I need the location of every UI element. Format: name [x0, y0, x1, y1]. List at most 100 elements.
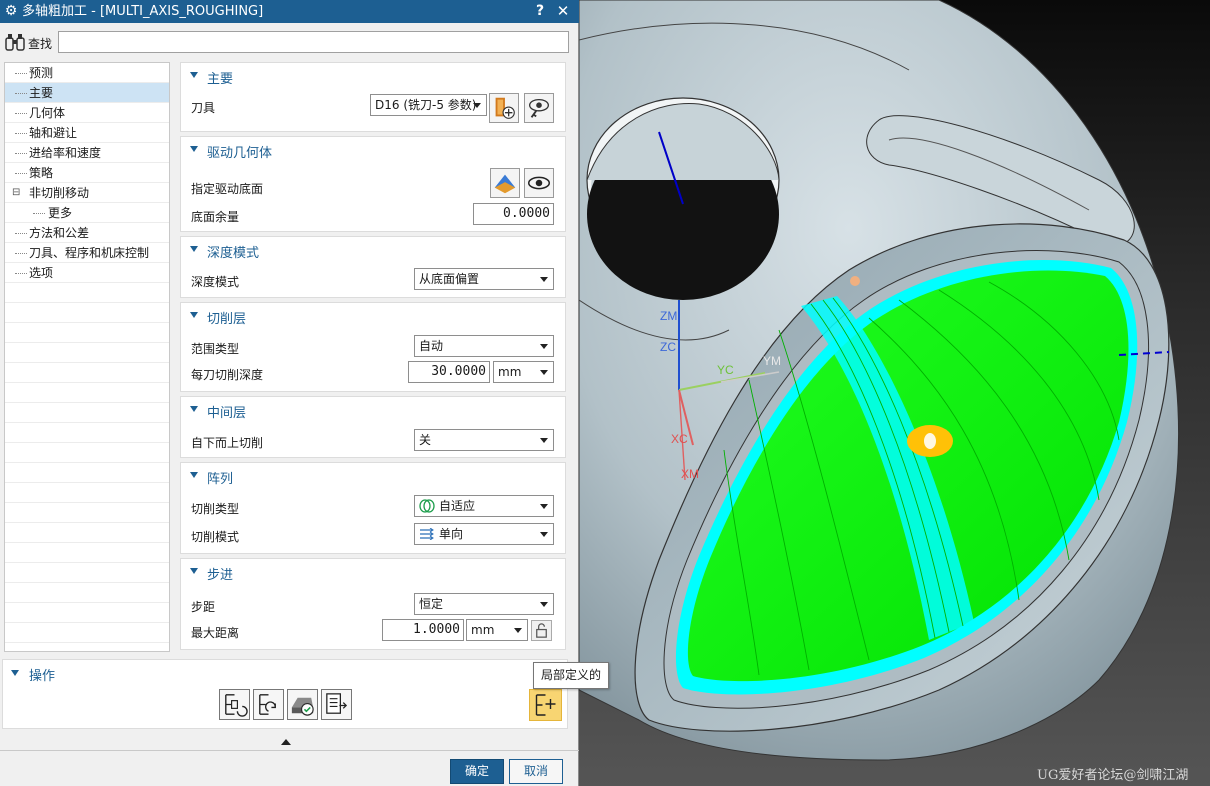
replay-button[interactable]	[253, 689, 284, 720]
list-button[interactable]	[321, 689, 352, 720]
navigation-tree: 预测 主要 几何体 轴和避让 进给率和速度 策略 ⊟ 非切削移动 更多 方法和公差…	[4, 62, 170, 652]
section-header-depth[interactable]: 深度模式	[181, 237, 565, 263]
tree-item-non-cutting[interactable]: ⊟ 非切削移动	[5, 183, 169, 203]
collapse-triangle-icon	[190, 72, 198, 78]
range-type-select[interactable]: 自动	[414, 335, 554, 357]
tree-item-method-tolerance[interactable]: 方法和公差	[5, 223, 169, 243]
collapse-up-icon[interactable]	[281, 739, 291, 745]
bottom-up-select[interactable]: 关	[414, 429, 554, 451]
depth-unit-select[interactable]: mm	[493, 361, 554, 383]
verify-icon	[291, 697, 314, 716]
depth-per-cut-label: 每刀切削深度	[191, 368, 264, 382]
tree-item-strategy[interactable]: 策略	[5, 163, 169, 183]
cut-type-select[interactable]: 自适应	[414, 495, 554, 517]
tool-select[interactable]: D16 (铣刀-5 参数)	[370, 94, 487, 116]
dialog-title: 多轴粗加工 - [MULTI_AXIS_ROUGHING]	[22, 4, 264, 19]
tooltip: 局部定义的	[533, 662, 609, 689]
tree-item-tool-program-machine[interactable]: 刀具、程序和机床控制	[5, 243, 169, 263]
collapse-triangle-icon	[190, 146, 198, 152]
locally-defined-button[interactable]	[529, 689, 562, 721]
section-pattern: 阵列 切削类型 自适应 切削模式 单向	[180, 462, 566, 554]
help-button[interactable]: ?	[533, 0, 547, 23]
generate-button[interactable]	[219, 689, 250, 720]
close-button[interactable]: ✕	[555, 0, 571, 23]
section-cut-levels: 切削层 范围类型 自动 每刀切削深度 30.0000 mm	[180, 302, 566, 392]
depth-per-cut-input[interactable]: 30.0000	[408, 361, 490, 383]
tree-item-feeds-speeds[interactable]: 进给率和速度	[5, 143, 169, 163]
depth-mode-select[interactable]: 从底面偏置	[414, 268, 554, 290]
tree-item-predict[interactable]: 预测	[5, 63, 169, 83]
cancel-button[interactable]: 取消	[509, 759, 563, 784]
list-output-icon	[326, 693, 348, 714]
depth-mode-label: 深度模式	[191, 275, 240, 289]
collapse-triangle-icon	[190, 568, 198, 574]
search-input[interactable]	[58, 31, 569, 53]
binoculars-icon	[5, 34, 25, 51]
axis-label-yc: YC	[717, 363, 734, 377]
section-header-stepover[interactable]: 步进	[181, 559, 565, 585]
max-distance-input[interactable]: 1.0000	[382, 619, 464, 641]
bottom-up-label: 自下而上切削	[191, 436, 264, 450]
floor-stock-input[interactable]: 0.0000	[473, 203, 554, 225]
section-stepover: 步进 步距 恒定 最大距离 1.0000 mm	[180, 558, 566, 650]
collapse-triangle-icon	[190, 246, 198, 252]
collapse-triangle-icon	[190, 406, 198, 412]
section-header-main[interactable]: 主要	[181, 63, 565, 89]
ok-button[interactable]: 确定	[450, 759, 504, 784]
edit-tool-button[interactable]	[524, 93, 554, 123]
zig-icon	[420, 528, 434, 540]
collapse-triangle-icon[interactable]	[11, 670, 19, 676]
axis-label-xc: XC	[671, 432, 688, 446]
show-floor-button[interactable]	[524, 168, 554, 198]
section-intermediate-levels: 中间层 自下而上切削 关	[180, 396, 566, 458]
tree-item-more[interactable]: 更多	[5, 203, 169, 223]
new-tool-button[interactable]	[489, 93, 519, 123]
max-distance-label: 最大距离	[191, 626, 240, 640]
collapse-minus-icon[interactable]: ⊟	[12, 188, 20, 198]
gear-icon: ⚙	[4, 3, 18, 19]
axis-label-ym: YM	[763, 354, 781, 368]
wrench-eye-icon	[529, 98, 549, 118]
section-header-pattern[interactable]: 阵列	[181, 463, 565, 489]
tree-item-geometry[interactable]: 几何体	[5, 103, 169, 123]
floor-stock-label: 底面余量	[191, 210, 240, 224]
dialog-titlebar: ⚙ 多轴粗加工 - [MULTI_AXIS_ROUGHING] ? ✕	[0, 0, 579, 23]
cut-pattern-select[interactable]: 单向	[414, 523, 554, 545]
replay-icon	[259, 694, 276, 715]
generate-icon	[225, 694, 248, 717]
graphics-viewport[interactable]: ZM ZC YC YM XC XM UG爱好者论坛@剑啸江湖	[579, 0, 1210, 786]
tree-item-axis-avoid[interactable]: 轴和避让	[5, 123, 169, 143]
lock-toggle[interactable]	[531, 620, 552, 641]
operation-dialog: ⚙ 多轴粗加工 - [MULTI_AXIS_ROUGHING] ? ✕ 查找 预…	[0, 0, 579, 786]
stepover-label: 步距	[191, 600, 216, 614]
drive-floor-label: 指定驱动底面	[191, 182, 264, 196]
axis-label-zm: ZM	[660, 309, 678, 323]
range-type-label: 范围类型	[191, 342, 240, 356]
verify-button[interactable]	[287, 689, 318, 720]
tree-item-options[interactable]: 选项	[5, 263, 169, 283]
adaptive-icon	[419, 499, 435, 513]
tool-label: 刀具	[191, 101, 216, 115]
parameter-panel: 主要 刀具 D16 (铣刀-5 参数) 驱动几何体 指定驱动底面 底面余量 0.…	[180, 62, 566, 654]
collapse-triangle-icon	[190, 472, 198, 478]
section-header-cut-levels[interactable]: 切削层	[181, 303, 565, 329]
operations-title: 操作	[29, 669, 56, 684]
select-floor-button[interactable]	[490, 168, 520, 198]
section-depth-mode: 深度模式 深度模式 从底面偏置	[180, 236, 566, 298]
section-operations: 操作	[2, 659, 568, 729]
max-distance-unit-select[interactable]: mm	[466, 619, 528, 641]
axis-label-xm: XM	[681, 467, 699, 481]
search-label: 查找	[28, 37, 53, 51]
watermark: UG爱好者论坛@剑啸江湖	[1037, 768, 1189, 783]
section-header-drive[interactable]: 驱动几何体	[181, 137, 565, 163]
section-header-intermediate[interactable]: 中间层	[181, 397, 565, 423]
lock-icon	[536, 623, 547, 638]
tree-item-main[interactable]: 主要	[5, 83, 169, 103]
cut-pattern-label: 切削模式	[191, 530, 240, 544]
cut-type-label: 切削类型	[191, 502, 240, 516]
stepover-select[interactable]: 恒定	[414, 593, 554, 615]
new-tool-icon	[495, 97, 515, 119]
collapse-triangle-icon	[190, 312, 198, 318]
select-floor-icon	[494, 174, 516, 194]
section-drive-geometry: 驱动几何体 指定驱动底面 底面余量 0.0000	[180, 136, 566, 232]
